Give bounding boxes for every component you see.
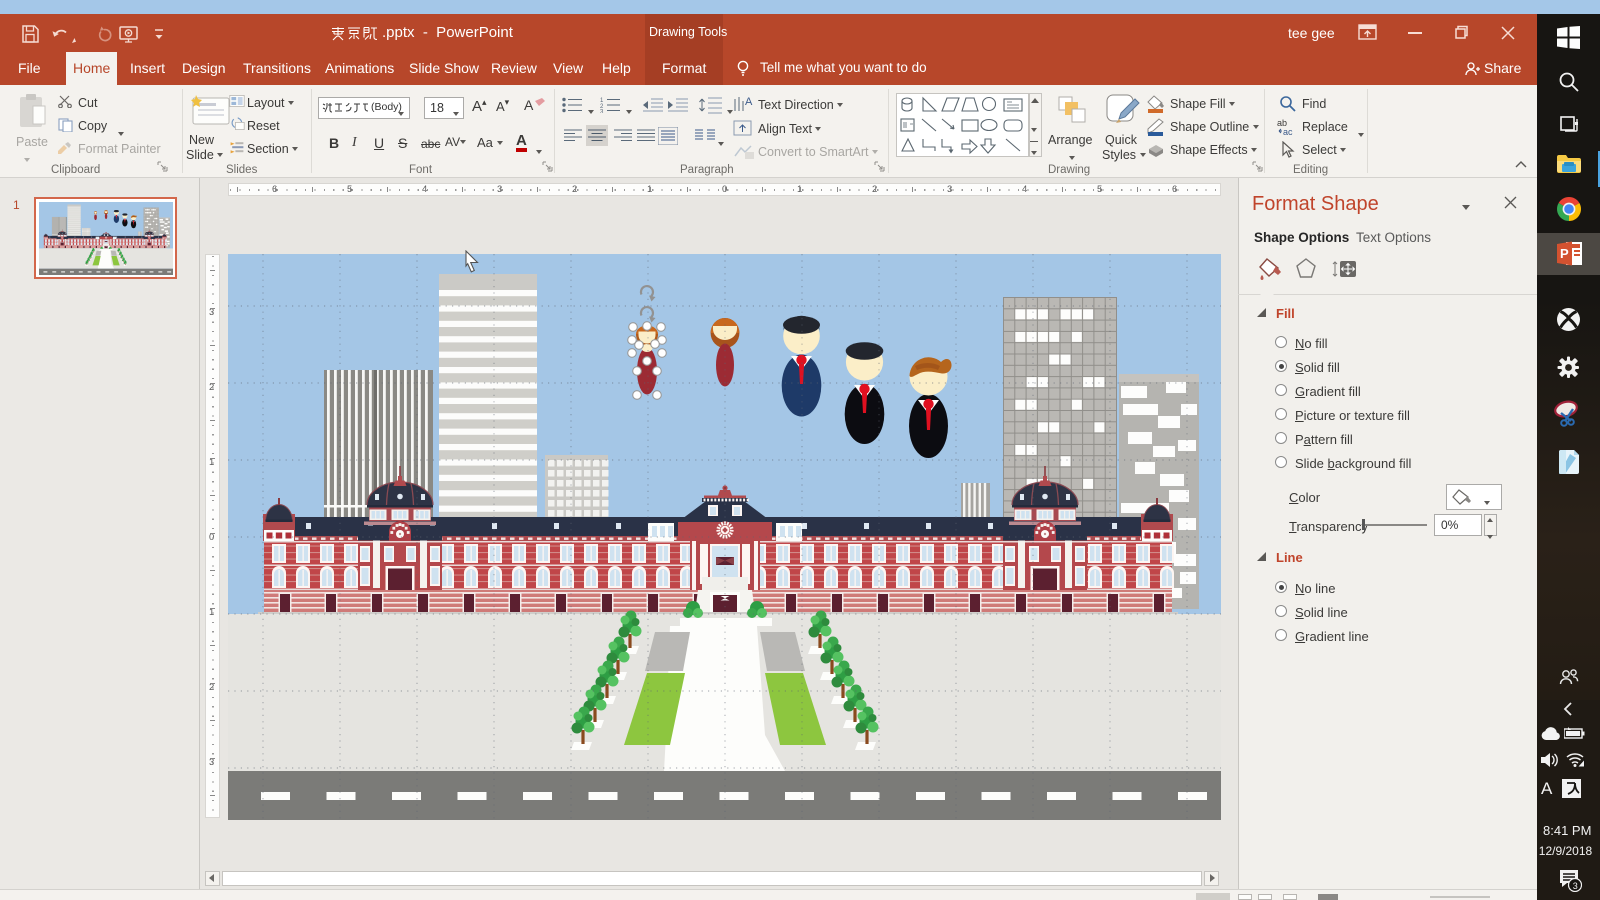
svg-text:P: P	[1560, 246, 1569, 261]
svg-text:3: 3	[1573, 881, 1578, 891]
svg-text:A: A	[745, 96, 753, 108]
svg-text:A: A	[524, 97, 534, 113]
svg-text:ac: ac	[1283, 127, 1293, 136]
svg-text:3: 3	[600, 110, 604, 114]
